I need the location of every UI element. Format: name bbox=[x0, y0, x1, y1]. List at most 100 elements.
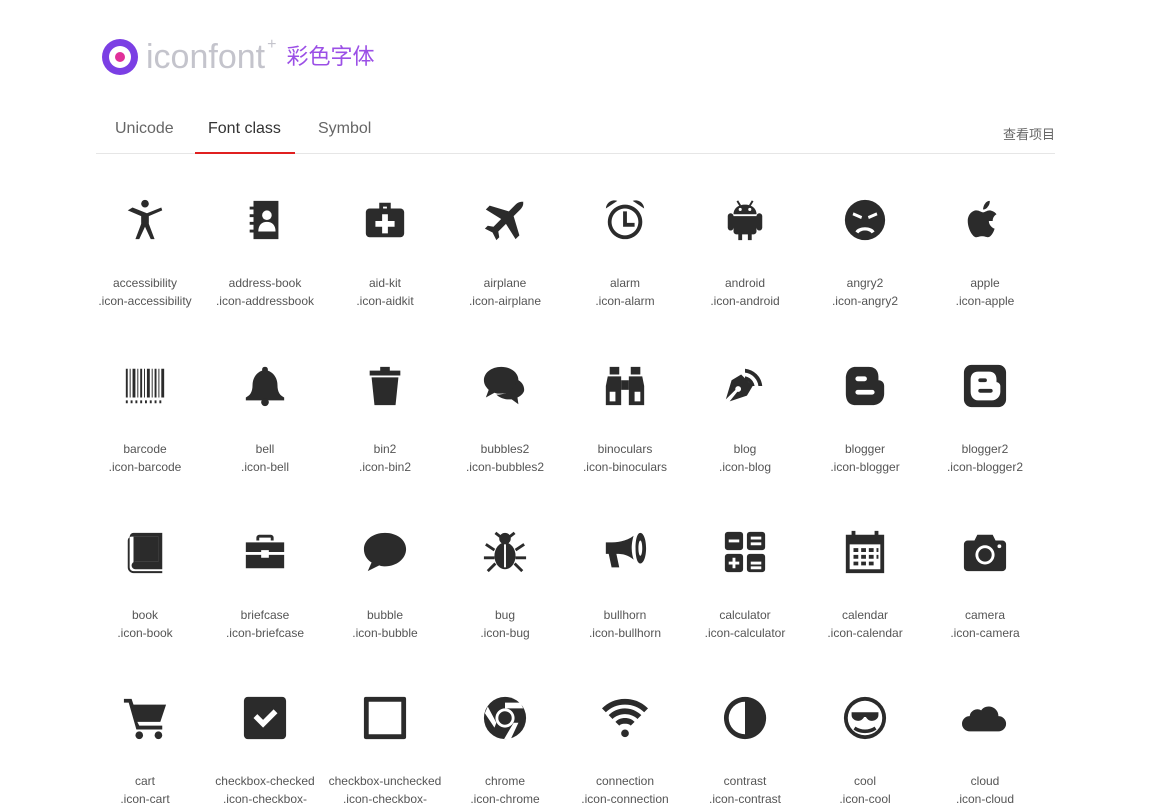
icon-card[interactable]: cloud .icon-cloud bbox=[925, 668, 1045, 808]
icon-name: checkbox-checked bbox=[215, 774, 315, 788]
calendar-icon bbox=[805, 502, 925, 602]
icon-card[interactable]: airplane .icon-airplane bbox=[445, 170, 565, 310]
contrast-icon bbox=[685, 668, 805, 768]
cool-icon bbox=[805, 668, 925, 768]
icon-card[interactable]: blog .icon-blog bbox=[685, 336, 805, 476]
angry-icon bbox=[805, 170, 925, 270]
icon-name: cool bbox=[853, 774, 876, 788]
icon-name: blogger bbox=[844, 442, 886, 456]
icon-name: bubbles2 bbox=[480, 442, 530, 456]
tab-unicode[interactable]: Unicode bbox=[115, 120, 174, 138]
icon-class: .icon-calculator bbox=[704, 626, 786, 640]
icon-class: .icon-addressbook bbox=[215, 294, 315, 308]
icon-card[interactable]: barcode .icon-barcode bbox=[85, 336, 205, 476]
bubbles-icon bbox=[445, 336, 565, 436]
icon-name: contrast bbox=[723, 774, 767, 788]
icon-card[interactable]: connection .icon-connection bbox=[565, 668, 685, 808]
icon-class: .icon-chrome bbox=[470, 792, 540, 806]
connection-icon bbox=[565, 668, 685, 768]
icon-card[interactable]: chrome .icon-chrome bbox=[445, 668, 565, 808]
icon-class: .icon-android bbox=[710, 294, 780, 308]
accessibility-icon bbox=[85, 170, 205, 270]
icon-card[interactable]: checkbox-checked .icon-checkbox-checked bbox=[205, 668, 325, 812]
icon-name: checkbox-unchecked bbox=[328, 774, 442, 788]
apple-icon bbox=[925, 170, 1045, 270]
icon-name: calculator bbox=[719, 608, 771, 622]
icon-card[interactable]: cool .icon-cool bbox=[805, 668, 925, 808]
icon-card[interactable]: angry2 .icon-angry2 bbox=[805, 170, 925, 310]
cart-icon bbox=[85, 668, 205, 768]
icon-card[interactable]: cart .icon-cart bbox=[85, 668, 205, 808]
icon-class: .icon-airplane bbox=[468, 294, 542, 308]
alarm-icon bbox=[565, 170, 685, 270]
tab-font-class[interactable]: Font class bbox=[208, 120, 281, 138]
icon-name: calendar bbox=[841, 608, 889, 622]
icon-name: camera bbox=[964, 608, 1005, 622]
checkbox-unchecked-icon bbox=[325, 668, 445, 768]
view-project-link[interactable]: 查看项目 bbox=[1003, 124, 1055, 143]
briefcase-icon bbox=[205, 502, 325, 602]
camera-icon bbox=[925, 502, 1045, 602]
icon-name: bubble bbox=[366, 608, 404, 622]
icon-card[interactable]: bullhorn .icon-bullhorn bbox=[565, 502, 685, 642]
icon-class: .icon-apple bbox=[955, 294, 1015, 308]
bin-icon bbox=[325, 336, 445, 436]
icon-class: .icon-accessibility bbox=[98, 294, 192, 308]
icon-name: bin2 bbox=[373, 442, 397, 456]
icon-class: .icon-blogger bbox=[830, 460, 900, 474]
icon-card[interactable]: bell .icon-bell bbox=[205, 336, 325, 476]
icon-card[interactable]: apple .icon-apple bbox=[925, 170, 1045, 310]
icon-card[interactable]: bug .icon-bug bbox=[445, 502, 565, 642]
tab-symbol[interactable]: Symbol bbox=[318, 120, 371, 138]
icon-class: .icon-book bbox=[117, 626, 173, 640]
icon-card[interactable]: bubbles2 .icon-bubbles2 bbox=[445, 336, 565, 476]
airplane-icon bbox=[445, 170, 565, 270]
icon-card[interactable]: bin2 .icon-bin2 bbox=[325, 336, 445, 476]
icon-name: binoculars bbox=[597, 442, 653, 456]
icon-class: .icon-contrast bbox=[708, 792, 782, 806]
icon-card[interactable]: aid-kit .icon-aidkit bbox=[325, 170, 445, 310]
icon-card[interactable]: blogger2 .icon-blogger2 bbox=[925, 336, 1045, 476]
icon-card[interactable]: bubble .icon-bubble bbox=[325, 502, 445, 642]
icon-card[interactable]: accessibility .icon-accessibility bbox=[85, 170, 205, 310]
icon-class: .icon-binoculars bbox=[582, 460, 668, 474]
icon-card[interactable]: briefcase .icon-briefcase bbox=[205, 502, 325, 642]
icon-name: aid-kit bbox=[368, 276, 401, 290]
icon-class: .icon-checkbox-checked bbox=[222, 792, 308, 812]
icon-name: accessibility bbox=[112, 276, 178, 290]
icon-card[interactable]: binoculars .icon-binoculars bbox=[565, 336, 685, 476]
blogger2-icon bbox=[925, 336, 1045, 436]
blogger-icon bbox=[805, 336, 925, 436]
icon-card[interactable]: address-book .icon-addressbook bbox=[205, 170, 325, 310]
brand-subtitle: 彩色字体 bbox=[286, 44, 375, 69]
bubble-icon bbox=[325, 502, 445, 602]
icon-card[interactable]: blogger .icon-blogger bbox=[805, 336, 925, 476]
brand-plus: + bbox=[267, 36, 277, 53]
icon-class: .icon-bubbles2 bbox=[465, 460, 545, 474]
icon-card[interactable]: contrast .icon-contrast bbox=[685, 668, 805, 808]
icon-card[interactable]: alarm .icon-alarm bbox=[565, 170, 685, 310]
brand-name: iconfont bbox=[146, 38, 266, 76]
icon-name: bullhorn bbox=[603, 608, 647, 622]
icon-card[interactable]: camera .icon-camera bbox=[925, 502, 1045, 642]
chrome-icon bbox=[445, 668, 565, 768]
icon-name: apple bbox=[970, 276, 1000, 290]
calculator-icon bbox=[685, 502, 805, 602]
binoculars-icon bbox=[565, 336, 685, 436]
address-book-icon bbox=[205, 170, 325, 270]
iconfont-logo[interactable]: iconfont + 彩色字体 bbox=[102, 36, 375, 77]
icon-class: .icon-calendar bbox=[827, 626, 903, 640]
icon-name: barcode bbox=[123, 442, 167, 456]
icon-name: alarm bbox=[609, 276, 640, 290]
icon-card[interactable]: calendar .icon-calendar bbox=[805, 502, 925, 642]
icon-name: blogger2 bbox=[961, 442, 1009, 456]
icon-name: chrome bbox=[484, 774, 525, 788]
icon-card[interactable]: calculator .icon-calculator bbox=[685, 502, 805, 642]
icon-card[interactable]: checkbox-unchecked .icon-checkbox-uncheck… bbox=[325, 668, 445, 812]
icon-class: .icon-checkbox-unchecked bbox=[342, 792, 428, 812]
icon-class: .icon-bin2 bbox=[358, 460, 412, 474]
icon-name: android bbox=[724, 276, 766, 290]
icon-card[interactable]: android .icon-android bbox=[685, 170, 805, 310]
icon-class: .icon-bug bbox=[480, 626, 530, 640]
icon-card[interactable]: book .icon-book bbox=[85, 502, 205, 642]
